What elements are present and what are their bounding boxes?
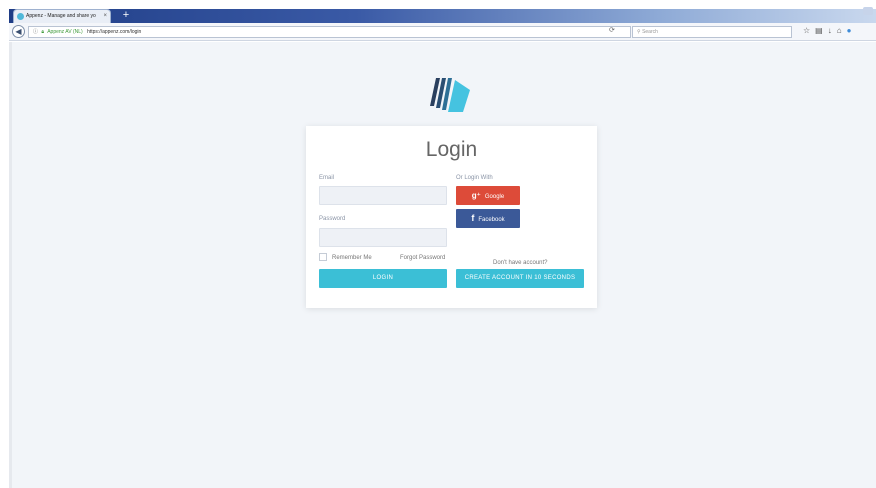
search-input[interactable]: ⚲ Search [632,26,792,38]
google-plus-icon: g⁺ [471,191,481,200]
back-arrow-icon[interactable]: ◀ [12,25,25,38]
forgot-password-link[interactable]: Forgot Password [400,255,445,261]
address-bar[interactable]: ⓘ 🔒︎ Appenz AV (NL) https://appenz.com/l… [28,26,631,38]
page-title: Login [425,138,478,161]
brand-logo-icon [430,78,470,112]
remember-me-checkbox[interactable] [319,253,327,261]
download-icon[interactable]: ↓ [828,26,837,35]
url-text: https://appenz.com/login [87,29,142,35]
new-tab-button[interactable]: + [120,10,132,22]
email-label: Email [319,175,335,181]
facebook-login-button[interactable]: f Facebook [456,209,520,228]
search-placeholder: Search [642,29,658,35]
google-button-label: Google [484,194,505,200]
google-login-button[interactable]: g⁺ Google [456,186,520,205]
navigation-bar: ◀ ⓘ 🔒︎ Appenz AV (NL) https://appenz.com… [9,23,876,41]
no-account-text: Don't have account? [493,260,548,266]
reload-icon[interactable]: ⟳ [609,26,615,34]
email-field[interactable] [319,186,447,205]
info-icon[interactable]: ⓘ [33,29,38,35]
home-icon[interactable]: ⌂ [837,26,847,35]
social-login-label: Or Login With [456,175,493,181]
password-field[interactable] [319,228,447,247]
tab-title: Appenz - Manage and share yo [26,13,96,19]
window-control-icon[interactable] [863,7,873,15]
tab-strip [9,9,876,23]
site-favicon-icon [17,13,24,20]
browser-chrome: Appenz - Manage and share yo × + ◀ ⓘ 🔒︎ … [0,0,876,42]
pocket-icon[interactable]: ● [847,26,857,35]
facebook-button-label: Facebook [478,217,505,223]
facebook-icon: f [471,213,475,223]
browser-tab[interactable]: Appenz - Manage and share yo × [13,9,111,23]
reading-list-icon[interactable]: ▤ [815,26,828,35]
tab-close-icon[interactable]: × [103,10,107,23]
toolbar-icons: ☆▤↓⌂● [803,26,856,35]
remember-me-label: Remember Me [332,255,372,261]
site-identity: Appenz AV (NL) [47,29,83,35]
create-account-button[interactable]: CREATE ACCOUNT IN 10 SECONDS [456,269,584,288]
bookmark-star-icon[interactable]: ☆ [803,26,815,35]
lock-icon: 🔒︎ [41,29,45,35]
password-label: Password [319,216,346,222]
login-button[interactable]: LOGIN [319,269,447,288]
